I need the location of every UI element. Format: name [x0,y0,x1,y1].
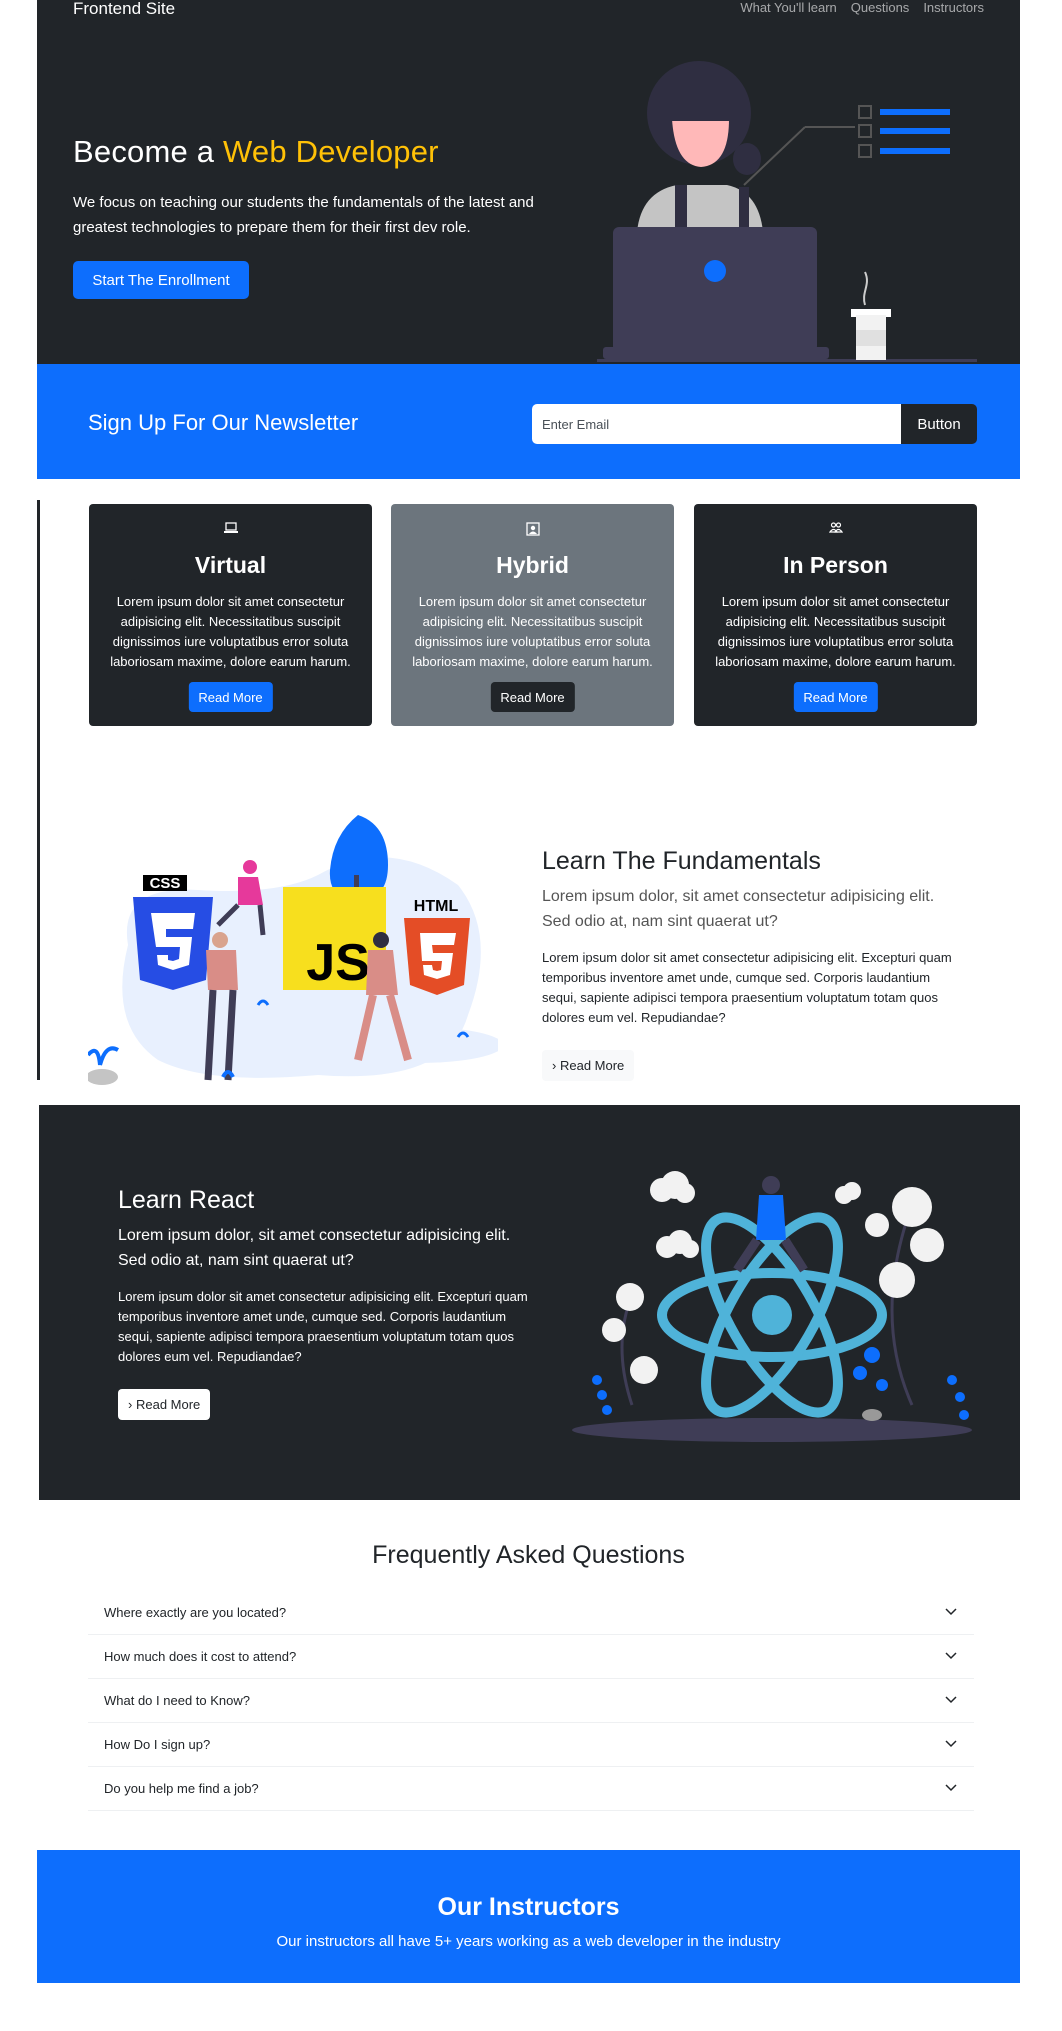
card-text: Lorem ipsum dolor sit amet consectetur a… [412,594,653,669]
brand-link[interactable]: Frontend Site [73,0,175,18]
card-text: Lorem ipsum dolor sit amet consectetur a… [715,594,956,669]
faq-question: How Do I sign up? [104,1737,211,1752]
chevron-down-icon [945,1740,957,1748]
faq-accordion: Where exactly are you located? How much … [88,1591,974,1811]
react-body: Lorem ipsum dolor sit amet consectetur a… [118,1289,528,1364]
faq-item[interactable]: How Do I sign up? [88,1723,974,1767]
card-virtual: Virtual Lorem ipsum dolor sit amet conse… [89,504,372,726]
js-label: JS [306,934,370,992]
email-input[interactable] [532,404,901,444]
chevron-down-icon [945,1608,957,1616]
chevron-down-icon [945,1652,957,1660]
hero-title-accent: Web Developer [223,134,439,169]
chevron-down-icon [945,1784,957,1792]
chevron-down-icon [945,1696,957,1704]
fundamentals-title: Learn The Fundamentals [542,847,821,875]
faq-item[interactable]: Where exactly are you located? [88,1591,974,1635]
card-text: Lorem ipsum dolor sit amet consectetur a… [110,594,351,669]
react-title: Learn React [118,1186,255,1214]
laptop-icon [89,522,372,538]
card-hybrid: Hybrid Lorem ipsum dolor sit amet consec… [391,504,674,726]
read-more-button[interactable]: Read More [490,682,575,712]
card-title: Hybrid [496,552,569,578]
hero-title: Become a Web Developer [73,134,439,170]
faq-question: What do I need to Know? [104,1693,250,1708]
instructors-subtitle: Our instructors all have 5+ years workin… [276,1933,781,1950]
fundamentals-content: Learn The Fundamentals Lorem ipsum dolor… [542,847,962,1081]
faq-question: Do you help me find a job? [104,1781,259,1796]
instructors-title: Our Instructors [437,1893,620,1921]
hero-section: Become a Web Developer We focus on teach… [37,22,1020,364]
fundamentals-lead: Lorem ipsum dolor, sit amet consectetur … [542,888,935,930]
faq-item[interactable]: How much does it cost to attend? [88,1635,974,1679]
nav-link-questions[interactable]: Questions [851,1,910,15]
faq-question: Where exactly are you located? [104,1605,287,1620]
css-label: CSS [150,875,181,892]
read-more-button[interactable]: Read More [793,682,878,712]
nav-links: What You'll learn Questions Instructors [740,1,984,15]
faq-item[interactable]: What do I need to Know? [88,1679,974,1723]
nav-link-instructors[interactable]: Instructors [923,1,984,15]
newsletter-section: Sign Up For Our Newsletter Button [37,364,1020,479]
person-badge-icon [391,522,674,538]
newsletter-submit-button[interactable]: Button [901,404,977,444]
react-content: Learn React Lorem ipsum dolor, sit amet … [118,1186,538,1420]
hero-title-prefix: Become a [73,134,215,169]
chevron-right-icon: › [128,1397,133,1412]
fundamentals-read-more-button[interactable]: › Read More [542,1050,635,1081]
faq-question: How much does it cost to attend? [104,1649,297,1664]
navbar: Frontend Site What You'll learn Question… [37,0,1020,22]
chevron-right-icon: › [552,1058,557,1073]
faq-title: Frequently Asked Questions [372,1541,685,1569]
newsletter-form: Button [532,404,977,444]
fundamentals-body: Lorem ipsum dolor sit amet consectetur a… [542,950,952,1025]
card-title: Virtual [194,552,267,578]
nav-link-learn[interactable]: What You'll learn [740,1,836,15]
section-divider [37,500,40,1080]
start-enrollment-button[interactable]: Start The Enrollment [73,261,249,299]
react-section: Learn React Lorem ipsum dolor, sit amet … [37,1105,1020,1500]
hero-description: We focus on teaching our students the fu… [73,194,534,236]
instructors-section: Our Instructors Our instructors all have… [37,1850,1020,1983]
react-read-more-button[interactable]: › Read More [118,1389,211,1420]
card-title: In Person [783,552,888,578]
read-more-button[interactable]: Read More [188,682,273,712]
newsletter-title: Sign Up For Our Newsletter [88,410,359,435]
button-label: Read More [559,1058,625,1073]
faq-item[interactable]: Do you help me find a job? [88,1767,974,1811]
section-edge [37,1105,39,1500]
card-in-person: In Person Lorem ipsum dolor sit amet con… [694,504,977,726]
button-label: Read More [135,1397,201,1412]
fundamentals-illustration: CSS JS HTML [88,815,498,1085]
people-icon [694,522,977,538]
react-illustration [572,1171,972,1442]
developer-illustration [597,61,977,362]
react-lead: Lorem ipsum dolor, sit amet consectetur … [118,1227,511,1269]
html-label: HTML [414,898,459,915]
